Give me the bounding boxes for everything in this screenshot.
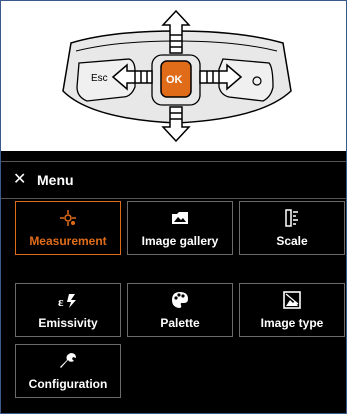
menu-title: Menu (37, 172, 74, 188)
emissivity-icon: ε (57, 290, 79, 310)
measurement-icon (59, 208, 77, 228)
menu-item-configuration[interactable]: Configuration (15, 344, 121, 398)
menu-item-label: Image type (260, 316, 324, 330)
menu-item-label: Palette (160, 316, 200, 330)
menu-item-emissivity[interactable]: ε Emissivity (15, 283, 121, 337)
menu-header: ✕ Menu (1, 161, 346, 199)
palette-icon (171, 290, 189, 310)
ok-label: OK (166, 74, 183, 86)
image-type-icon (283, 290, 301, 310)
image-gallery-icon (171, 208, 189, 228)
menu-item-label: Image gallery (141, 234, 219, 248)
wrench-icon (59, 351, 77, 371)
menu-item-label: Configuration (28, 377, 108, 391)
ok-joystick-illustration: OK (151, 54, 201, 106)
menu-item-label: Emissivity (38, 316, 98, 330)
menu-item-palette[interactable]: Palette (127, 283, 233, 337)
menu-item-label: Scale (276, 234, 308, 248)
close-icon[interactable]: ✕ (13, 172, 29, 188)
esc-label: Esc (91, 73, 108, 84)
menu-item-measurement[interactable]: Measurement (15, 201, 121, 255)
scale-icon (284, 208, 300, 228)
keypad-illustration: Esc OK (1, 1, 346, 151)
help-screen: Esc OK ✕ Menu Measurement Image gallery … (0, 0, 347, 414)
menu-item-image-gallery[interactable]: Image gallery (127, 201, 233, 255)
menu-item-image-type[interactable]: Image type (239, 283, 345, 337)
menu-item-scale[interactable]: Scale (239, 201, 345, 255)
menu-panel: ✕ Menu Measurement Image gallery Scale ε… (1, 153, 346, 413)
menu-item-label: Measurement (29, 234, 107, 248)
svg-text:ε: ε (58, 294, 64, 309)
